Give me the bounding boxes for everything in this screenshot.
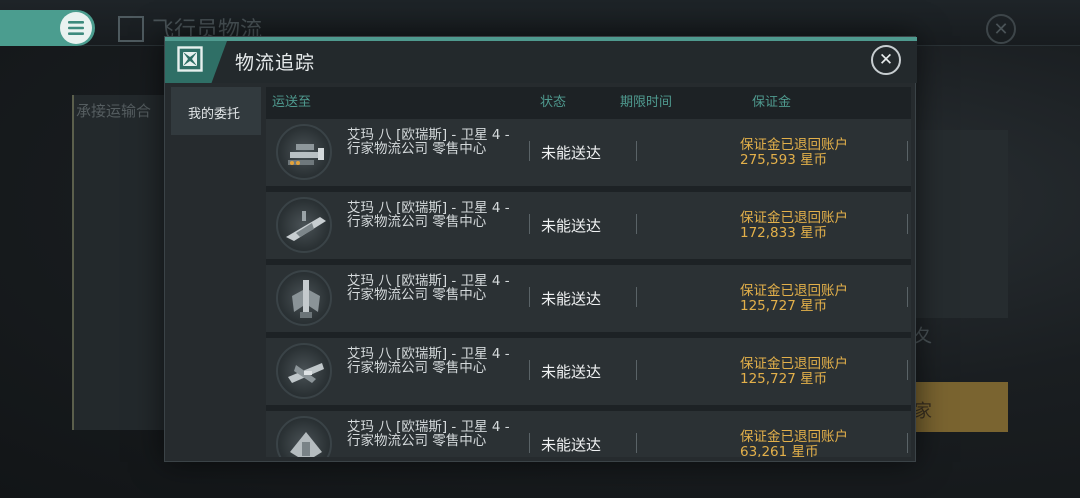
deposit-status: 保证金已退回账户 [740,210,848,226]
separator [636,214,637,234]
deposit-amount: 125,727 星币 [740,371,828,387]
destroyer-icon [276,343,332,399]
separator [529,214,530,234]
deposit-amount: 63,261 星币 [740,444,819,458]
background-action-label: 家 [914,401,932,422]
deposit-amount: 125,727 星币 [740,298,828,314]
deposit-info: 保证金已退回账户 63,261 星币 [740,429,848,458]
hamburger-icon [68,21,84,35]
status-text: 未能送达 [541,363,602,381]
contract-row[interactable]: 艾玛 八 [欧瑞斯] - 卫星 4 - 行家物流公司 零售中心 未能送达 保证金… [266,119,911,186]
menu-button[interactable] [60,12,92,44]
hauler-icon [276,416,332,457]
destination-text: 艾玛 八 [欧瑞斯] - 卫星 4 - 行家物流公司 零售中心 [347,419,510,449]
status-text: 未能送达 [541,436,602,454]
close-icon[interactable]: ✕ [871,45,901,75]
deposit-info: 保证金已退回账户 125,727 星币 [740,284,848,314]
deposit-status: 保证金已退回账户 [740,356,848,372]
separator [907,214,908,234]
logistics-icon [177,46,203,72]
column-header-deadline: 期限时间 [620,95,673,110]
battleship-icon [276,124,332,180]
contract-row[interactable]: 艾玛 八 [欧瑞斯] - 卫星 4 - 行家物流公司 零售中心 未能送达 保证金… [266,338,911,405]
logistics-icon [118,16,144,42]
column-header-status: 状态 [540,95,567,110]
contract-list[interactable]: 运送至 状态 期限时间 保证金 艾玛 八 [欧瑞斯] - 卫星 4 - 行家物流… [266,87,911,457]
deposit-status: 保证金已退回账户 [740,137,848,153]
background-close-icon[interactable]: ✕ [986,14,1016,44]
contract-row[interactable]: 艾玛 八 [欧瑞斯] - 卫星 4 - 行家物流公司 零售中心 未能送达 保证金… [266,265,911,332]
status-text: 未能送达 [541,290,602,308]
sidebar-item-label: 我的委托 [188,107,241,122]
deposit-info: 保证金已退回账户 125,727 星币 [740,357,848,387]
destination-text: 艾玛 八 [欧瑞斯] - 卫星 4 - 行家物流公司 零售中心 [347,127,510,157]
destination-text: 艾玛 八 [欧瑞斯] - 卫星 4 - 行家物流公司 零售中心 [347,273,510,303]
contract-row[interactable]: 艾玛 八 [欧瑞斯] - 卫星 4 - 行家物流公司 零售中心 未能送达 保证金… [266,192,911,259]
destination-text: 艾玛 八 [欧瑞斯] - 卫星 4 - 行家物流公司 零售中心 [347,346,510,376]
deposit-info: 保证金已退回账户 172,833 星币 [740,211,848,241]
separator [636,360,637,380]
background-side-panel [72,95,168,430]
deposit-info: 保证金已退回账户 275,593 星币 [740,138,848,168]
separator [636,287,637,307]
column-header-deposit: 保证金 [752,95,792,110]
status-text: 未能送达 [541,217,602,235]
logistics-tracking-modal: 物流追踪 ✕ 我的委托 运送至 状态 期限时间 保证金 艾玛 八 [欧瑞斯] -… [164,36,917,462]
column-header-destination: 运送至 [272,95,312,110]
sidebar-item-my-contracts[interactable]: 我的委托 [171,87,261,135]
cruiser-icon [276,197,332,253]
separator [636,141,637,161]
background-right-panel [914,130,1008,318]
deposit-amount: 275,593 星币 [740,152,828,168]
separator [907,287,908,307]
deposit-status: 保证金已退回账户 [740,283,848,299]
separator [907,360,908,380]
separator [529,141,530,161]
separator [636,433,637,453]
frigate-icon [276,270,332,326]
modal-title: 物流追踪 [235,52,316,74]
background-tab: 承接运输合 [76,102,152,120]
destination-text: 艾玛 八 [欧瑞斯] - 卫星 4 - 行家物流公司 零售中心 [347,200,510,230]
contract-row[interactable]: 艾玛 八 [欧瑞斯] - 卫星 4 - 行家物流公司 零售中心 未能送达 保证金… [266,411,911,457]
separator [529,433,530,453]
separator [529,360,530,380]
separator [907,141,908,161]
status-text: 未能送达 [541,144,602,162]
background-right-text: 夂 [914,326,932,347]
deposit-status: 保证金已退回账户 [740,429,848,445]
deposit-amount: 172,833 星币 [740,225,828,241]
separator [529,287,530,307]
separator [907,433,908,453]
